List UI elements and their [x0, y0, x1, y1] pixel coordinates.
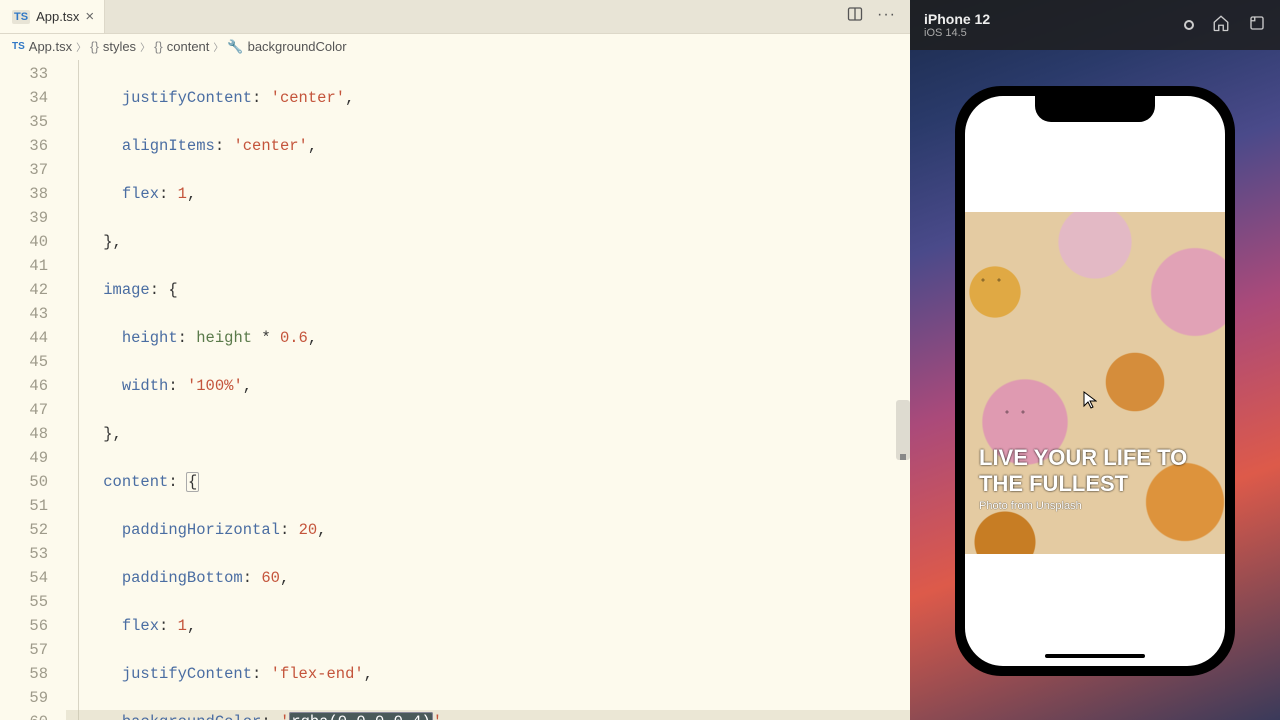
editor-tab-bar: TS App.tsx × ···: [0, 0, 910, 34]
line-number: 54: [0, 566, 48, 590]
line-number: 45: [0, 350, 48, 374]
symbol-object-icon: {}: [90, 39, 99, 54]
line-number: 51: [0, 494, 48, 518]
breadcrumb-symbol-styles[interactable]: styles: [103, 39, 136, 54]
editor-tab-app-tsx[interactable]: TS App.tsx ×: [0, 0, 105, 33]
line-number: 55: [0, 590, 48, 614]
line-number: 52: [0, 518, 48, 542]
chevron-right-icon: 〉: [213, 39, 223, 54]
line-number: 58: [0, 662, 48, 686]
code-area[interactable]: 3334353637383940414243444546474849505152…: [0, 60, 910, 720]
line-number: 42: [0, 278, 48, 302]
line-number: 43: [0, 302, 48, 326]
line-number: 48: [0, 422, 48, 446]
line-number: 35: [0, 110, 48, 134]
app-background-image: LIVE YOUR LIFE TO THE FULLEST Photo from…: [965, 212, 1225, 554]
line-number: 34: [0, 86, 48, 110]
typescript-icon: TS: [12, 41, 25, 52]
app-attribution-text: Photo from Unsplash: [979, 500, 1211, 512]
scrollbar-thumb[interactable]: [896, 400, 910, 460]
chevron-right-icon: 〉: [140, 39, 150, 54]
line-number: 38: [0, 182, 48, 206]
record-icon[interactable]: [1184, 20, 1194, 30]
active-line[interactable]: backgroundColor: 'rgba(0,0,0,0.4)',: [66, 710, 910, 720]
overview-ruler-marker: [900, 454, 906, 460]
line-number: 49: [0, 446, 48, 470]
more-actions-icon[interactable]: ···: [877, 6, 896, 27]
line-number: 40: [0, 230, 48, 254]
code-editor-pane: TS App.tsx × ··· TS App.tsx 〉 {} styles …: [0, 0, 910, 720]
line-number: 60: [0, 710, 48, 720]
code-content[interactable]: justifyContent: 'center', alignItems: 'c…: [66, 60, 910, 720]
simulator-os-version: iOS 14.5: [924, 27, 990, 39]
symbol-property-icon: 🔧: [227, 39, 243, 55]
line-number: 37: [0, 158, 48, 182]
device-notch: [1035, 96, 1155, 122]
line-number: 44: [0, 326, 48, 350]
line-number: 39: [0, 206, 48, 230]
simulator-header: iPhone 12 iOS 14.5: [910, 0, 1280, 50]
home-icon[interactable]: [1212, 14, 1230, 37]
breadcrumb-symbol-backgroundcolor[interactable]: backgroundColor: [248, 39, 347, 54]
line-number: 50: [0, 470, 48, 494]
app-content-overlay: LIVE YOUR LIFE TO THE FULLEST Photo from…: [965, 212, 1225, 554]
typescript-icon: TS: [12, 10, 30, 24]
line-number: 56: [0, 614, 48, 638]
chevron-right-icon: 〉: [76, 39, 86, 54]
device-frame: LIVE YOUR LIFE TO THE FULLEST Photo from…: [955, 86, 1235, 676]
breadcrumb[interactable]: TS App.tsx 〉 {} styles 〉 {} content 〉 🔧 …: [0, 34, 910, 60]
line-number: 36: [0, 134, 48, 158]
breadcrumb-symbol-content[interactable]: content: [167, 39, 210, 54]
line-number: 59: [0, 686, 48, 710]
symbol-object-icon: {}: [154, 39, 163, 54]
line-number: 41: [0, 254, 48, 278]
split-editor-icon[interactable]: [847, 6, 863, 27]
line-number: 53: [0, 542, 48, 566]
simulator-pane: iPhone 12 iOS 14.5 LIVE YOUR LIFE TO THE…: [910, 0, 1280, 720]
line-number: 57: [0, 638, 48, 662]
breadcrumb-file[interactable]: App.tsx: [29, 39, 72, 54]
app-heading-text: LIVE YOUR LIFE TO THE FULLEST: [979, 445, 1211, 496]
close-icon[interactable]: ×: [85, 8, 94, 25]
device-screen[interactable]: LIVE YOUR LIFE TO THE FULLEST Photo from…: [965, 96, 1225, 666]
line-number: 33: [0, 62, 48, 86]
tab-filename: App.tsx: [36, 9, 79, 24]
text-selection[interactable]: rgba(0,0,0,0.4): [289, 712, 433, 720]
line-number: 47: [0, 398, 48, 422]
line-number-gutter: 3334353637383940414243444546474849505152…: [0, 60, 66, 720]
external-window-icon[interactable]: [1248, 14, 1266, 37]
simulator-device-name: iPhone 12: [924, 11, 990, 27]
home-indicator[interactable]: [1045, 654, 1145, 658]
line-number: 46: [0, 374, 48, 398]
